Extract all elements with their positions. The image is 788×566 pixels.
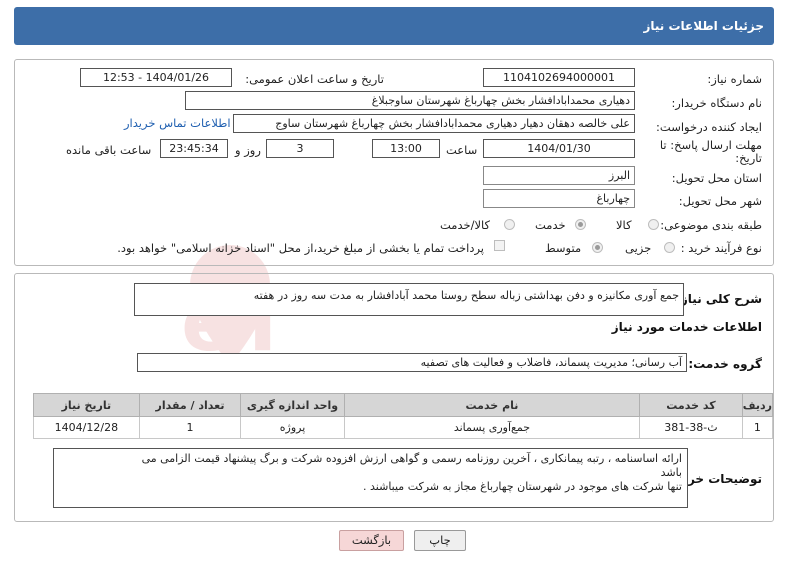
buyer-notes-field[interactable]: ارائه اساسنامه ، رتبه پیمانکاری ، آخرین … (53, 448, 688, 508)
cell-quantity: 1 (138, 416, 242, 439)
services-table-header: ردیف کد خدمت نام خدمت واحد اندازه گیری ت… (33, 393, 774, 417)
service-group-field[interactable]: آب رسانی؛ مدیریت پسماند، فاضلاب و فعالیت… (137, 353, 687, 372)
cell-service-name: جمع‌آوری پسماند (343, 416, 641, 439)
province-label: استان محل تحویل: (671, 171, 762, 185)
need-number-field[interactable]: 1104102694000001 (483, 68, 635, 87)
buyer-notes-line-2: باشد (660, 466, 682, 479)
creator-label: ایجاد کننده درخواست: (656, 120, 762, 134)
days-label: روز و (235, 143, 261, 157)
deadline-date-field[interactable]: 1404/01/30 (483, 139, 635, 158)
need-number-label: شماره نیاز: (707, 72, 762, 86)
remaining-time-field[interactable]: 23:45:34 (160, 139, 228, 158)
announce-datetime-field[interactable]: 1404/01/26 - 12:53 (80, 68, 232, 87)
print-button[interactable]: چاپ (414, 530, 466, 551)
city-label: شهر محل تحویل: (678, 194, 762, 208)
services-section-title: اطلاعات خدمات مورد نیاز (611, 320, 762, 334)
treasury-payment-note: پرداخت تمام یا بخشی از مبلغ خرید،از محل … (117, 241, 484, 255)
deadline-label: مهلت ارسال پاسخ: تا (659, 138, 762, 152)
summary-label: شرح کلی نیاز: (676, 292, 762, 306)
col-service-name: نام خدمت (343, 393, 641, 417)
process-type-label: نوع فرآیند خرید : (680, 241, 762, 255)
process-radio-medium[interactable] (592, 242, 603, 253)
col-service-code: کد خدمت (639, 393, 743, 417)
page-title: جزئیات اطلاعات نیاز (14, 7, 774, 45)
cell-unit: پروژه (240, 416, 345, 439)
buyer-notes-line-1: ارائه اساسنامه ، رتبه پیمانکاری ، آخرین … (141, 452, 682, 465)
deadline-date-label: تاریخ: (735, 151, 762, 165)
days-remaining-field[interactable]: 3 (266, 139, 334, 158)
col-row: ردیف (741, 393, 774, 417)
treasury-payment-checkbox[interactable] (494, 240, 505, 251)
process-option-minor: جزیی (625, 241, 652, 255)
category-option-goods-service: کالا/خدمت (440, 218, 491, 232)
col-need-date: تاریخ نیاز (33, 393, 140, 417)
announce-label: تاریخ و ساعت اعلان عمومی: (245, 72, 384, 86)
province-field[interactable]: البرز (483, 166, 635, 185)
category-radio-goods[interactable] (648, 219, 659, 230)
cell-row: 1 (741, 416, 774, 439)
cell-need-date: 1404/12/28 (33, 416, 140, 439)
category-option-service: خدمت (535, 218, 566, 232)
buyer-org-field[interactable]: دهیاری محمدابادافشار بخش چهارباغ شهرستان… (185, 91, 635, 110)
buyer-org-label: نام دستگاه خریدار: (671, 96, 762, 110)
category-radio-goods-service[interactable] (504, 219, 515, 230)
creator-field[interactable]: علی خالصه دهقان دهیار دهیاری محمدابادافش… (233, 114, 635, 133)
buyer-notes-line-3: تنها شرکت های موجود در شهرستان چهارباغ م… (363, 480, 682, 493)
category-label: طبقه بندی موضوعی: (660, 218, 762, 232)
deadline-time-field[interactable]: 13:00 (372, 139, 440, 158)
category-option-goods: کالا (616, 218, 632, 232)
remaining-time-label: ساعت باقی مانده (66, 143, 152, 157)
col-quantity: تعداد / مقدار (138, 393, 242, 417)
category-radio-service[interactable] (575, 219, 586, 230)
services-table: ردیف کد خدمت نام خدمت واحد اندازه گیری ت… (33, 393, 774, 439)
deadline-time-label: ساعت (446, 143, 478, 157)
city-field[interactable]: چهارباغ (483, 189, 635, 208)
table-row[interactable]: 1 ث-38-381 جمع‌آوری پسماند پروژه 1 1404/… (33, 416, 774, 439)
process-option-medium: متوسط (545, 241, 582, 255)
service-group-label: گروه خدمت: (688, 357, 762, 371)
process-radio-minor[interactable] (664, 242, 675, 253)
page-title-text: جزئیات اطلاعات نیاز (643, 19, 764, 33)
summary-field[interactable]: جمع آوری مکانیزه و دفن بهداشتی زباله سطح… (134, 283, 684, 316)
back-button[interactable]: بازگشت (339, 530, 404, 551)
buyer-contact-link[interactable]: اطلاعات تماس خریدار (124, 116, 231, 130)
cell-service-code: ث-38-381 (639, 416, 743, 439)
col-unit: واحد اندازه گیری (240, 393, 345, 417)
